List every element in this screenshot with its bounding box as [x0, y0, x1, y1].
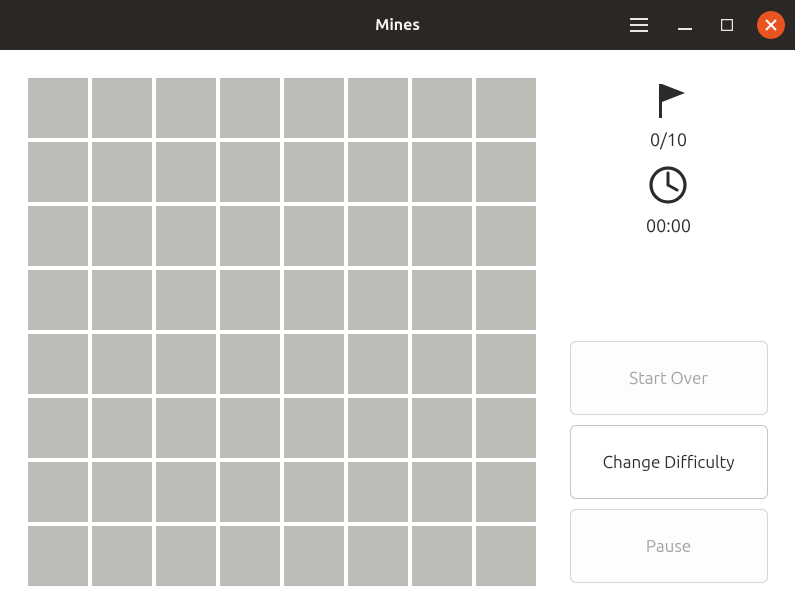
timer: 00:00	[646, 164, 691, 236]
mine-cell[interactable]	[156, 270, 216, 330]
titlebar-controls	[623, 9, 785, 41]
mine-cell[interactable]	[348, 334, 408, 394]
mine-cell[interactable]	[92, 526, 152, 586]
mine-cell[interactable]	[28, 334, 88, 394]
pause-button[interactable]: Pause	[570, 509, 768, 583]
mine-cell[interactable]	[92, 462, 152, 522]
mine-cell[interactable]	[220, 462, 280, 522]
mine-cell[interactable]	[476, 334, 536, 394]
mine-cell[interactable]	[284, 142, 344, 202]
mine-cell[interactable]	[28, 526, 88, 586]
mine-cell[interactable]	[92, 206, 152, 266]
mine-cell[interactable]	[156, 526, 216, 586]
mine-cell[interactable]	[476, 270, 536, 330]
mine-cell[interactable]	[284, 78, 344, 138]
mine-cell[interactable]	[220, 526, 280, 586]
mine-cell[interactable]	[220, 78, 280, 138]
mine-cell[interactable]	[412, 142, 472, 202]
mine-cell[interactable]	[348, 270, 408, 330]
mine-cell[interactable]	[476, 526, 536, 586]
mine-cell[interactable]	[28, 270, 88, 330]
mine-cell[interactable]	[220, 270, 280, 330]
mine-cell[interactable]	[476, 206, 536, 266]
mine-cell[interactable]	[284, 206, 344, 266]
mine-cell[interactable]	[412, 78, 472, 138]
maximize-button[interactable]	[715, 13, 739, 37]
mine-cell[interactable]	[348, 78, 408, 138]
clock-icon	[647, 164, 689, 210]
mine-cell[interactable]	[284, 526, 344, 586]
mine-cell[interactable]	[28, 206, 88, 266]
mine-cell[interactable]	[412, 334, 472, 394]
mine-cell[interactable]	[412, 206, 472, 266]
mine-cell[interactable]	[284, 270, 344, 330]
mine-cell[interactable]	[220, 142, 280, 202]
mine-cell[interactable]	[92, 142, 152, 202]
flag-icon	[645, 78, 693, 126]
mine-cell[interactable]	[28, 462, 88, 522]
timer-text: 00:00	[646, 216, 691, 236]
mine-cell[interactable]	[348, 398, 408, 458]
mine-cell[interactable]	[220, 206, 280, 266]
flag-count-text: 0/10	[650, 130, 687, 150]
mine-cell[interactable]	[28, 78, 88, 138]
mine-cell[interactable]	[156, 462, 216, 522]
titlebar: Mines	[0, 0, 795, 50]
mine-cell[interactable]	[348, 206, 408, 266]
mine-cell[interactable]	[92, 398, 152, 458]
hamburger-menu-button[interactable]	[623, 9, 655, 41]
mine-cell[interactable]	[476, 78, 536, 138]
mine-cell[interactable]	[476, 462, 536, 522]
minefield-grid	[28, 78, 536, 586]
mine-cell[interactable]	[28, 398, 88, 458]
mine-cell[interactable]	[156, 142, 216, 202]
sidebar: 0/10 00:00 Start Over Change Difficulty …	[566, 78, 771, 591]
change-difficulty-button[interactable]: Change Difficulty	[570, 425, 768, 499]
minimize-icon	[678, 18, 692, 32]
mine-cell[interactable]	[92, 78, 152, 138]
mine-cell[interactable]	[284, 334, 344, 394]
mine-cell[interactable]	[156, 334, 216, 394]
mine-cell[interactable]	[348, 462, 408, 522]
mine-cell[interactable]	[476, 142, 536, 202]
mine-cell[interactable]	[92, 334, 152, 394]
hamburger-icon	[630, 18, 648, 32]
minimize-button[interactable]	[673, 13, 697, 37]
mine-cell[interactable]	[28, 142, 88, 202]
mine-cell[interactable]	[412, 270, 472, 330]
mine-cell[interactable]	[476, 398, 536, 458]
window-title: Mines	[375, 16, 420, 34]
stats-panel: 0/10 00:00	[645, 78, 693, 236]
mine-cell[interactable]	[412, 462, 472, 522]
mine-cell[interactable]	[156, 206, 216, 266]
mine-cell[interactable]	[412, 398, 472, 458]
mine-cell[interactable]	[412, 526, 472, 586]
mine-cell[interactable]	[92, 270, 152, 330]
mine-cell[interactable]	[348, 526, 408, 586]
mine-cell[interactable]	[220, 398, 280, 458]
mine-cell[interactable]	[284, 398, 344, 458]
mine-cell[interactable]	[220, 334, 280, 394]
mine-cell[interactable]	[156, 78, 216, 138]
mine-cell[interactable]	[348, 142, 408, 202]
close-icon	[765, 19, 777, 31]
flag-counter: 0/10	[645, 78, 693, 150]
content-area: 0/10 00:00 Start Over Change Difficulty …	[0, 50, 795, 615]
close-button[interactable]	[757, 11, 785, 39]
mine-cell[interactable]	[156, 398, 216, 458]
mine-cell[interactable]	[284, 462, 344, 522]
start-over-button[interactable]: Start Over	[570, 341, 768, 415]
sidebar-buttons: Start Over Change Difficulty Pause	[570, 341, 768, 583]
maximize-icon	[721, 19, 733, 31]
